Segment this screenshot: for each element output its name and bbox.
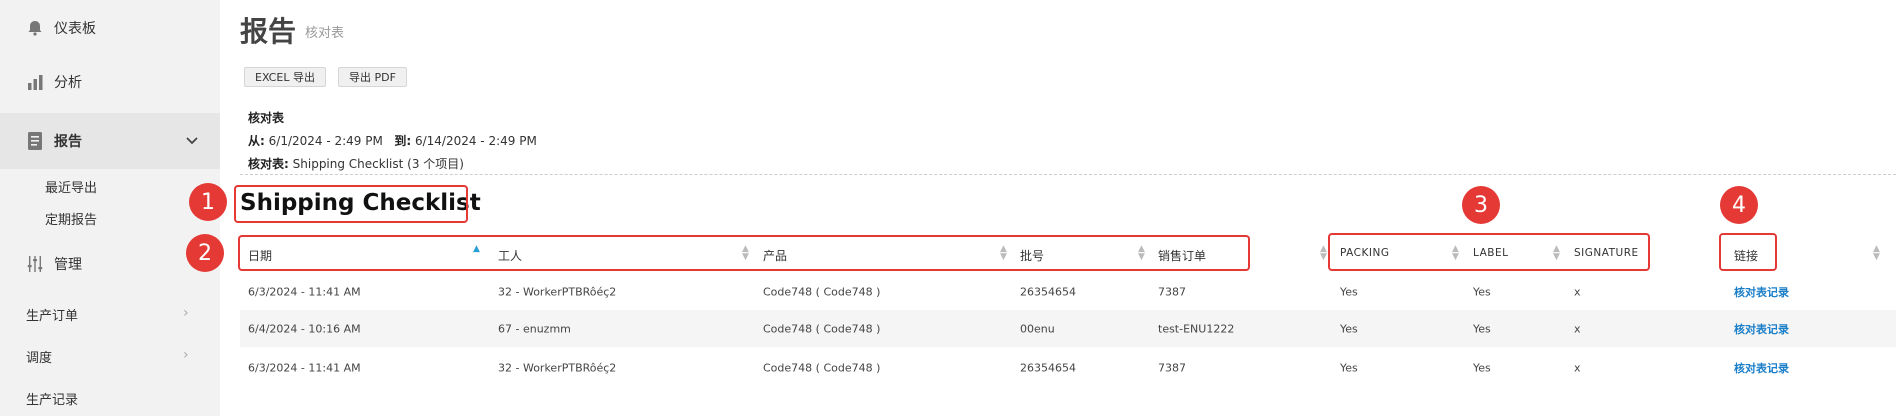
sidebar-item-reports[interactable]: 报告 xyxy=(0,113,220,169)
cell-packing: Yes xyxy=(1340,361,1358,374)
sidebar-item-production-records[interactable]: 生产记录 xyxy=(26,389,78,408)
bell-icon xyxy=(24,17,46,39)
main-content: 报告 核对表 EXCEL 导出 导出 PDF 核对表 从: 6/1/2024 -… xyxy=(220,0,1896,416)
cell-batch: 00enu xyxy=(1020,322,1055,335)
app-root: 仪表板 分析 报告 最近导出 定期报告 管理 生产订单 › 调度 › 生产记录 … xyxy=(0,0,1896,416)
annotation-box-4 xyxy=(1719,233,1777,271)
sidebar-item-production-orders[interactable]: 生产订单 › xyxy=(26,305,189,324)
sidebar-item-dashboard[interactable]: 仪表板 xyxy=(0,10,220,46)
cell-product: Code748 ( Code748 ) xyxy=(763,285,881,298)
cell-date: 6/4/2024 - 10:16 AM xyxy=(248,322,361,335)
cell-worker: 32 - WorkerPTBRôéç2 xyxy=(498,361,617,374)
sidebar-item-label: 仪表板 xyxy=(54,21,96,37)
cell-product: Code748 ( Code748 ) xyxy=(763,361,881,374)
excel-export-button[interactable]: EXCEL 导出 xyxy=(244,67,326,87)
cell-label: Yes xyxy=(1473,322,1491,335)
annotation-box-3 xyxy=(1328,233,1650,271)
page-title: 报告 xyxy=(240,15,297,48)
cell-signature: x xyxy=(1574,361,1581,374)
sidebar: 仪表板 分析 报告 最近导出 定期报告 管理 生产订单 › 调度 › 生产记录 xyxy=(0,0,220,416)
cell-sales-order: 7387 xyxy=(1158,285,1186,298)
chevron-down-icon xyxy=(186,134,198,148)
report-icon xyxy=(24,130,46,152)
checklist-value: Shipping Checklist (3 个项目) xyxy=(292,157,464,171)
annotation-badge-2: 2 xyxy=(186,234,224,272)
table-row: 6/3/2024 - 11:41 AM 32 - WorkerPTBRôéç2 … xyxy=(240,349,1896,386)
from-value: 6/1/2024 - 2:49 PM xyxy=(268,134,383,148)
meta-date-range: 从: 6/1/2024 - 2:49 PM 到: 6/14/2024 - 2:4… xyxy=(248,132,537,149)
meta-heading-text: 核对表 xyxy=(248,111,285,125)
from-label: 从: xyxy=(248,134,265,148)
bar-chart-icon xyxy=(24,71,46,93)
chevron-right-icon: › xyxy=(183,347,189,363)
cell-date: 6/3/2024 - 11:41 AM xyxy=(248,361,361,374)
annotation-badge-4: 4 xyxy=(1720,186,1758,224)
cell-signature: x xyxy=(1574,322,1581,335)
meta-heading: 核对表 xyxy=(248,109,284,126)
sidebar-item-label: 生产记录 xyxy=(26,393,79,408)
cell-date: 6/3/2024 - 11:41 AM xyxy=(248,285,361,298)
cell-sales-order: 7387 xyxy=(1158,361,1186,374)
cell-packing: Yes xyxy=(1340,285,1358,298)
annotation-badge-1: 1 xyxy=(189,183,227,221)
annotation-badge-3: 3 xyxy=(1462,186,1500,224)
cell-worker: 67 - enuzmm xyxy=(498,322,571,335)
annotation-box-1 xyxy=(234,185,468,223)
sidebar-subitem-scheduled-reports[interactable]: 定期报告 xyxy=(45,209,97,228)
meta-checklist: 核对表: Shipping Checklist (3 个项目) xyxy=(248,155,464,172)
cell-label: Yes xyxy=(1473,285,1491,298)
to-label: 到: xyxy=(394,134,412,148)
sidebar-item-label: 生产订单 xyxy=(26,309,79,324)
cell-worker: 32 - WorkerPTBRôéç2 xyxy=(498,285,617,298)
checklist-record-link[interactable]: 核对表记录 xyxy=(1734,284,1789,300)
checklist-record-link[interactable]: 核对表记录 xyxy=(1734,360,1789,376)
cell-packing: Yes xyxy=(1340,322,1358,335)
cell-signature: x xyxy=(1574,285,1581,298)
sidebar-item-scheduling[interactable]: 调度 › xyxy=(26,347,189,366)
table-row: 6/4/2024 - 10:16 AM 67 - enuzmm Code748 … xyxy=(240,310,1896,347)
cell-batch: 26354654 xyxy=(1020,361,1076,374)
checklist-label: 核对表: xyxy=(248,157,289,171)
pdf-export-button[interactable]: 导出 PDF xyxy=(338,67,407,87)
page-subtitle: 核对表 xyxy=(305,26,345,41)
sidebar-subitem-recent-exports[interactable]: 最近导出 xyxy=(45,177,97,196)
sort-icon[interactable]: ▲ ▼ xyxy=(1873,245,1880,262)
cell-product: Code748 ( Code748 ) xyxy=(763,322,881,335)
table-row: 6/3/2024 - 11:41 AM 32 - WorkerPTBRôéç2 … xyxy=(240,273,1896,310)
to-value: 6/14/2024 - 2:49 PM xyxy=(414,134,537,148)
cell-batch: 26354654 xyxy=(1020,285,1076,298)
annotation-box-2 xyxy=(238,235,1250,271)
sidebar-item-label: 调度 xyxy=(26,351,53,366)
sidebar-item-label: 管理 xyxy=(54,257,82,273)
cell-label: Yes xyxy=(1473,361,1491,374)
divider xyxy=(240,174,1896,175)
chevron-right-icon: › xyxy=(183,305,189,321)
sort-icon[interactable]: ▲ ▼ xyxy=(1320,245,1327,262)
sidebar-item-analysis[interactable]: 分析 xyxy=(0,64,220,100)
checklist-record-link[interactable]: 核对表记录 xyxy=(1734,321,1789,337)
sidebar-item-label: 分析 xyxy=(54,75,82,91)
sliders-icon xyxy=(24,253,46,275)
cell-sales-order: test-ENU1222 xyxy=(1158,322,1235,335)
sidebar-item-label: 报告 xyxy=(54,134,82,150)
